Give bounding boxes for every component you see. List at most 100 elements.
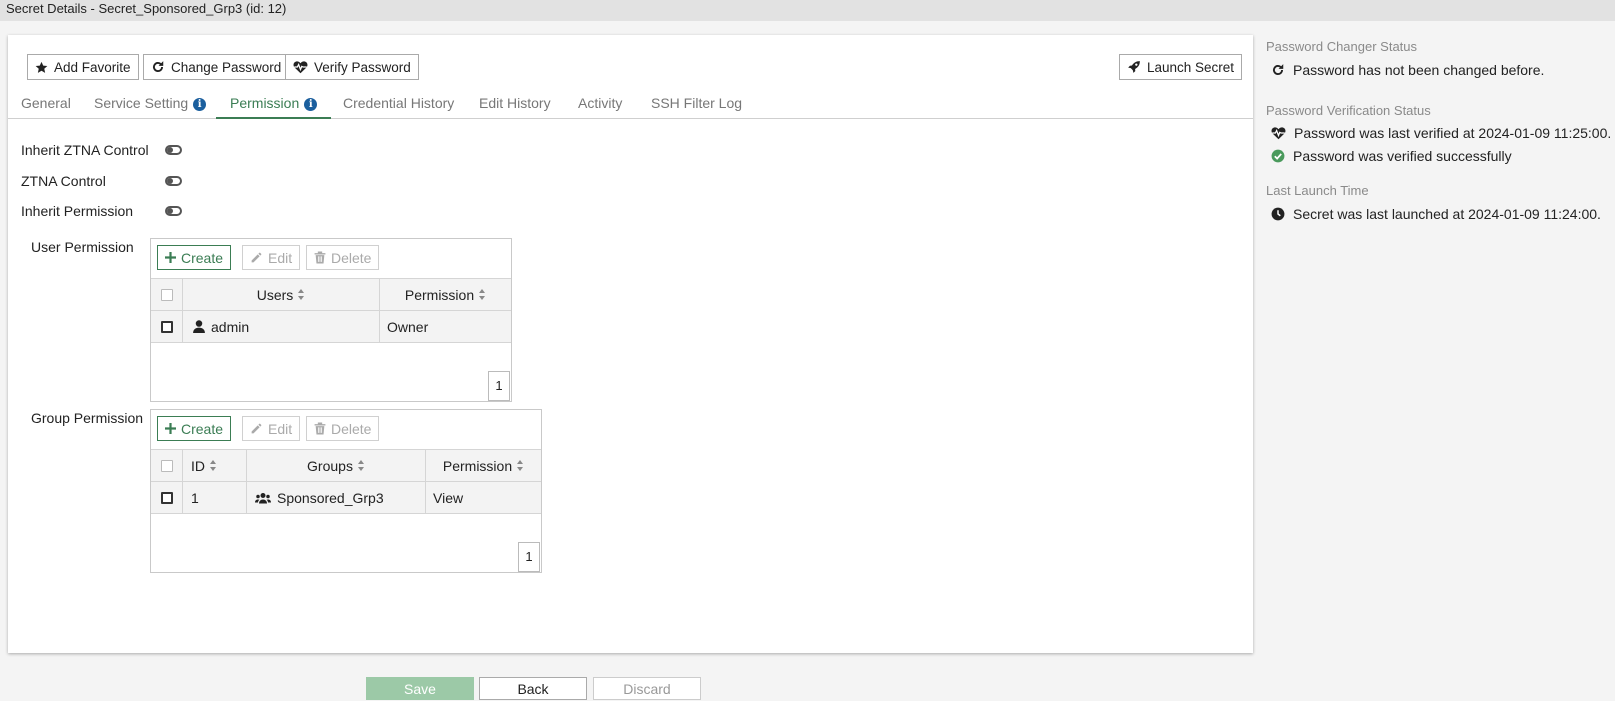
launch-secret-label: Launch Secret [1147, 59, 1235, 75]
back-button[interactable]: Back [479, 677, 587, 700]
edit-label: Edit [268, 420, 293, 437]
password-verification-result: Password was verified successfully [1271, 148, 1512, 164]
create-group-permission-button[interactable]: Create [157, 416, 232, 441]
plus-icon [165, 423, 176, 434]
delete-user-permission-button[interactable]: Delete [306, 245, 380, 270]
id-column-label: ID [191, 457, 205, 474]
create-label: Create [181, 420, 224, 437]
tab-service-setting[interactable]: Service Setting i [94, 90, 207, 119]
user-permission-label: User Permission [31, 239, 134, 255]
pencil-icon [251, 423, 262, 434]
inherit-permission-label: Inherit Permission [21, 203, 134, 219]
group-name: Sponsored_Grp3 [277, 489, 384, 506]
password-verification-status: Password was last verified at 2024-01-09… [1271, 125, 1611, 141]
delete-group-permission-button[interactable]: Delete [306, 416, 380, 441]
check-circle-icon [1271, 149, 1285, 163]
tab-ssh-filter-log[interactable]: SSH Filter Log [651, 90, 742, 119]
launch-secret-button[interactable]: Launch Secret [1119, 54, 1243, 80]
delete-label: Delete [331, 249, 372, 266]
permission-column-label: Permission [404, 286, 475, 303]
tab-permission-label: Permission [230, 95, 300, 111]
password-verification-status-text: Password was last verified at 2024-01-09… [1294, 125, 1612, 141]
users-column-label: Users [256, 286, 294, 303]
user-cell: admin [183, 311, 380, 342]
rocket-icon [1128, 61, 1140, 73]
info-icon: i [304, 98, 318, 111]
info-icon: i [193, 98, 207, 111]
ztna-control-toggle[interactable] [165, 176, 182, 186]
row-checkbox[interactable] [160, 320, 173, 333]
permission-column-header[interactable]: Permission [380, 279, 511, 310]
table-row[interactable]: 1 Sponsored_Grp3 View [151, 482, 541, 514]
user-permission-grid: Create Edit Delete Users Permission admi… [150, 238, 512, 402]
password-changer-status-text: Password has not been changed before. [1293, 62, 1545, 78]
verify-password-label: Verify Password [314, 59, 411, 75]
password-changer-status-title: Password Changer Status [1266, 39, 1418, 54]
pencil-icon [251, 252, 262, 263]
star-icon [35, 61, 48, 73]
inherit-permission-toggle[interactable] [165, 206, 182, 216]
tab-bar: General Service Setting i Permission i Cre… [8, 90, 1253, 119]
sort-icon [298, 289, 305, 300]
select-all-cell [151, 279, 183, 310]
groups-column-label: Groups [307, 457, 353, 474]
tab-service-setting-label: Service Setting [94, 95, 189, 111]
user-permission-header: Users Permission [151, 278, 511, 311]
ztna-control-label: ZTNA Control [21, 173, 106, 189]
groups-column-header[interactable]: Groups [247, 450, 426, 481]
page-number-button[interactable]: 1 [518, 542, 540, 572]
discard-button[interactable]: Discard [593, 677, 701, 700]
user-name: admin [211, 318, 250, 335]
last-launch-time-title: Last Launch Time [1266, 183, 1369, 198]
tab-permission[interactable]: Permission i [216, 90, 332, 119]
select-all-cell [151, 450, 183, 481]
row-select-cell [151, 311, 183, 342]
trash-icon [314, 251, 326, 264]
change-password-label: Change Password [171, 59, 282, 75]
page-number-button[interactable]: 1 [488, 371, 510, 401]
users-group-icon [255, 492, 271, 503]
sort-icon [479, 289, 486, 300]
verify-password-button[interactable]: Verify Password [285, 54, 419, 80]
refresh-icon [1272, 64, 1284, 75]
change-password-button[interactable]: Change Password [143, 54, 290, 80]
edit-user-permission-button[interactable]: Edit [242, 245, 301, 270]
id-column-header[interactable]: ID [183, 450, 247, 481]
clock-icon [1271, 207, 1285, 221]
user-icon [193, 320, 205, 333]
id-cell: 1 [183, 482, 247, 513]
tab-edit-history[interactable]: Edit History [479, 90, 551, 119]
tab-activity[interactable]: Activity [578, 90, 622, 119]
permission-column-header[interactable]: Permission [426, 450, 541, 481]
window-title: Secret Details - Secret_Sponsored_Grp3 (… [0, 0, 1615, 21]
tab-general[interactable]: General [21, 90, 71, 119]
select-all-checkbox[interactable] [160, 459, 173, 472]
row-checkbox[interactable] [160, 491, 173, 504]
delete-label: Delete [331, 420, 372, 437]
create-user-permission-button[interactable]: Create [157, 245, 232, 270]
inherit-ztna-control-toggle[interactable] [165, 145, 182, 155]
add-favorite-button[interactable]: Add Favorite [27, 54, 139, 80]
last-launch-time: Secret was last launched at 2024-01-09 1… [1271, 206, 1601, 222]
table-row[interactable]: admin Owner [151, 311, 511, 343]
sort-icon [210, 460, 217, 471]
select-all-checkbox[interactable] [160, 288, 173, 301]
refresh-icon [152, 61, 164, 72]
permission-cell: View [433, 489, 464, 506]
heartbeat-icon [293, 61, 308, 74]
row-select-cell [151, 482, 183, 513]
trash-icon [314, 422, 326, 435]
save-button[interactable]: Save [366, 677, 474, 700]
users-column-header[interactable]: Users [183, 279, 380, 310]
edit-label: Edit [268, 249, 293, 266]
password-changer-status: Password has not been changed before. [1271, 62, 1544, 78]
permission-column-label: Permission [442, 457, 513, 474]
heartbeat-icon [1271, 127, 1286, 140]
edit-group-permission-button[interactable]: Edit [242, 416, 301, 441]
tab-credential-history[interactable]: Credential History [343, 90, 454, 119]
password-verification-status-title: Password Verification Status [1266, 103, 1431, 118]
inherit-ztna-control-label: Inherit ZTNA Control [21, 142, 149, 158]
group-cell: Sponsored_Grp3 [247, 482, 426, 513]
create-label: Create [181, 249, 224, 266]
sort-icon [517, 460, 524, 471]
